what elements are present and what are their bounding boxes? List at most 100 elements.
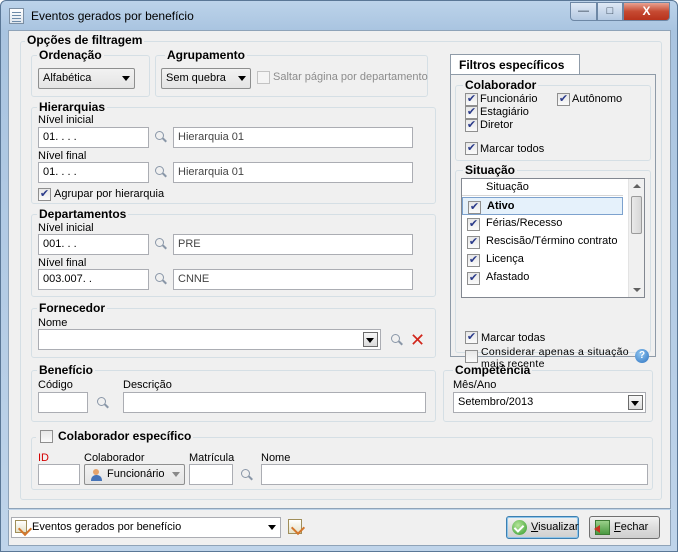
mark-all-employees-checkbox[interactable]: ✔ — [465, 142, 478, 155]
benefit-description-label: Descrição — [123, 379, 172, 391]
hierarchy-end-name-field: Hierarquia 01 — [173, 162, 413, 183]
situation-column-header[interactable]: Situação — [462, 179, 623, 196]
list-item[interactable]: ✔ Afastado — [462, 269, 623, 287]
ordering-label: Ordenação — [37, 48, 104, 62]
employee-id-input[interactable] — [38, 464, 80, 485]
situation-checkbox[interactable]: ✔ — [467, 254, 480, 267]
list-item[interactable]: ✔ Ativo — [462, 197, 623, 215]
minimize-button[interactable]: — — [570, 2, 597, 21]
grouping-label: Agrupamento — [165, 48, 247, 62]
employee-type-select[interactable]: Funcionário — [84, 464, 185, 485]
supplier-name-label: Nome — [38, 317, 68, 329]
employee-filter-label: Colaborador — [463, 78, 539, 92]
supplier-dropdown-button[interactable] — [363, 332, 378, 347]
latest-situation-checkbox[interactable] — [465, 350, 478, 363]
employee-option-checkbox[interactable]: ✔ — [465, 106, 478, 119]
chevron-down-icon — [122, 76, 130, 81]
department-start-label: Nível inicial — [38, 222, 94, 234]
ordering-select[interactable]: Alfabética — [38, 68, 135, 89]
chevron-down-icon — [268, 525, 276, 530]
scroll-up-icon[interactable] — [633, 184, 641, 188]
grouping-value: Sem quebra — [166, 72, 226, 84]
scroll-down-icon[interactable] — [633, 288, 641, 292]
chevron-down-icon — [631, 401, 639, 406]
benefit-code-input[interactable] — [38, 392, 88, 413]
search-icon[interactable] — [155, 131, 167, 143]
benefit-code-label: Código — [38, 379, 73, 391]
group-by-hierarchy-checkbox[interactable]: ✔ — [38, 188, 51, 201]
situation-checkbox[interactable]: ✔ — [468, 201, 481, 214]
maximize-button[interactable]: □ — [597, 2, 623, 21]
employee-type-value: Funcionário — [107, 468, 165, 480]
employee-option-label: Funcionário — [480, 93, 538, 105]
employee-name-label: Nome — [261, 452, 291, 464]
employee-name-input[interactable] — [261, 464, 648, 485]
search-icon[interactable] — [97, 397, 109, 409]
chevron-down-icon — [366, 338, 374, 343]
employee-option-checkbox[interactable]: ✔ — [465, 119, 478, 132]
scroll-thumb[interactable] — [631, 196, 642, 234]
close-window-button[interactable]: X — [623, 2, 670, 21]
close-button-hotkey: F — [614, 521, 621, 533]
benefit-description-input[interactable] — [123, 392, 426, 413]
department-end-name-field: CNNE — [173, 269, 413, 290]
department-end-code-input[interactable]: 003.007. . — [38, 269, 149, 290]
exit-icon — [594, 520, 610, 535]
situation-checkbox[interactable]: ✔ — [467, 236, 480, 249]
search-icon[interactable] — [155, 273, 167, 285]
departments-label: Departamentos — [37, 207, 129, 221]
hierarchy-end-code-input[interactable]: 01. . . . — [38, 162, 149, 183]
search-icon[interactable] — [155, 166, 167, 178]
hierarchy-start-code-input[interactable]: 01. . . . — [38, 127, 149, 148]
window: Eventos gerados por benefício — □ X Opçõ… — [0, 0, 678, 552]
close-button[interactable]: Fechar — [589, 516, 660, 539]
employee-option-checkbox[interactable]: ✔ — [465, 93, 478, 106]
close-button-label: echar — [620, 521, 649, 533]
chevron-down-icon — [238, 76, 246, 81]
search-icon[interactable] — [155, 238, 167, 250]
view-button[interactable]: Visualizar — [506, 516, 579, 539]
hierarchy-end-label: Nível final — [38, 150, 87, 162]
report-select[interactable]: Eventos gerados por benefício — [11, 517, 281, 538]
page-break-checkbox[interactable] — [257, 71, 270, 84]
group-by-hierarchy-label: Agrupar por hierarquia — [54, 188, 165, 200]
report-select-value: Eventos gerados por benefício — [32, 521, 182, 533]
view-button-label: isualizar — [538, 521, 579, 533]
check-circle-icon — [512, 520, 527, 535]
edit-report-icon[interactable] — [288, 519, 302, 534]
situation-list[interactable]: Situação ✔ Ativo ✔ Férias/Recesso ✔ Resc… — [461, 178, 645, 298]
employee-option-checkbox[interactable]: ✔ — [557, 93, 570, 106]
month-year-label: Mês/Ano — [453, 379, 497, 391]
department-end-label: Nível final — [38, 257, 87, 269]
employee-option-label: Autônomo — [572, 93, 623, 105]
list-item[interactable]: ✔ Rescisão/Término contrato — [462, 233, 623, 251]
situation-scrollbar[interactable] — [628, 179, 644, 297]
employee-option-label: Diretor — [480, 119, 514, 131]
specific-employee-checkbox[interactable] — [40, 430, 53, 443]
mark-all-situations-checkbox[interactable]: ✔ — [465, 331, 478, 344]
competence-select[interactable]: Setembro/2013 — [453, 392, 646, 413]
supplier-name-select[interactable] — [38, 329, 381, 350]
registration-input[interactable] — [189, 464, 233, 485]
tab-specific-filters[interactable]: Filtros específicos — [450, 54, 580, 75]
report-app-icon — [9, 8, 24, 24]
clear-icon[interactable]: ✕ — [410, 331, 425, 349]
situation-row-label: Férias/Recesso — [486, 217, 563, 229]
employee-id-label: ID — [38, 452, 49, 464]
list-item[interactable]: ✔ Licença — [462, 251, 623, 269]
latest-situation-label: Considerar apenas a situação — [481, 346, 629, 358]
title-bar[interactable]: Eventos gerados por benefício — □ X — [1, 1, 677, 31]
situation-checkbox[interactable]: ✔ — [467, 218, 480, 231]
situation-checkbox[interactable]: ✔ — [467, 272, 480, 285]
list-item[interactable]: ✔ Férias/Recesso — [462, 215, 623, 233]
mark-all-employees-label: Marcar todos — [480, 143, 545, 155]
search-icon[interactable] — [241, 469, 253, 481]
grouping-select[interactable]: Sem quebra — [161, 68, 251, 89]
search-icon[interactable] — [391, 334, 403, 346]
competence-value: Setembro/2013 — [458, 396, 534, 408]
department-start-code-input[interactable]: 001. . . — [38, 234, 149, 255]
help-icon[interactable]: ? — [635, 349, 649, 363]
competence-dropdown-button[interactable] — [628, 395, 643, 410]
situation-row-label: Rescisão/Término contrato — [486, 235, 618, 247]
employee-type-label: Colaborador — [84, 452, 145, 464]
